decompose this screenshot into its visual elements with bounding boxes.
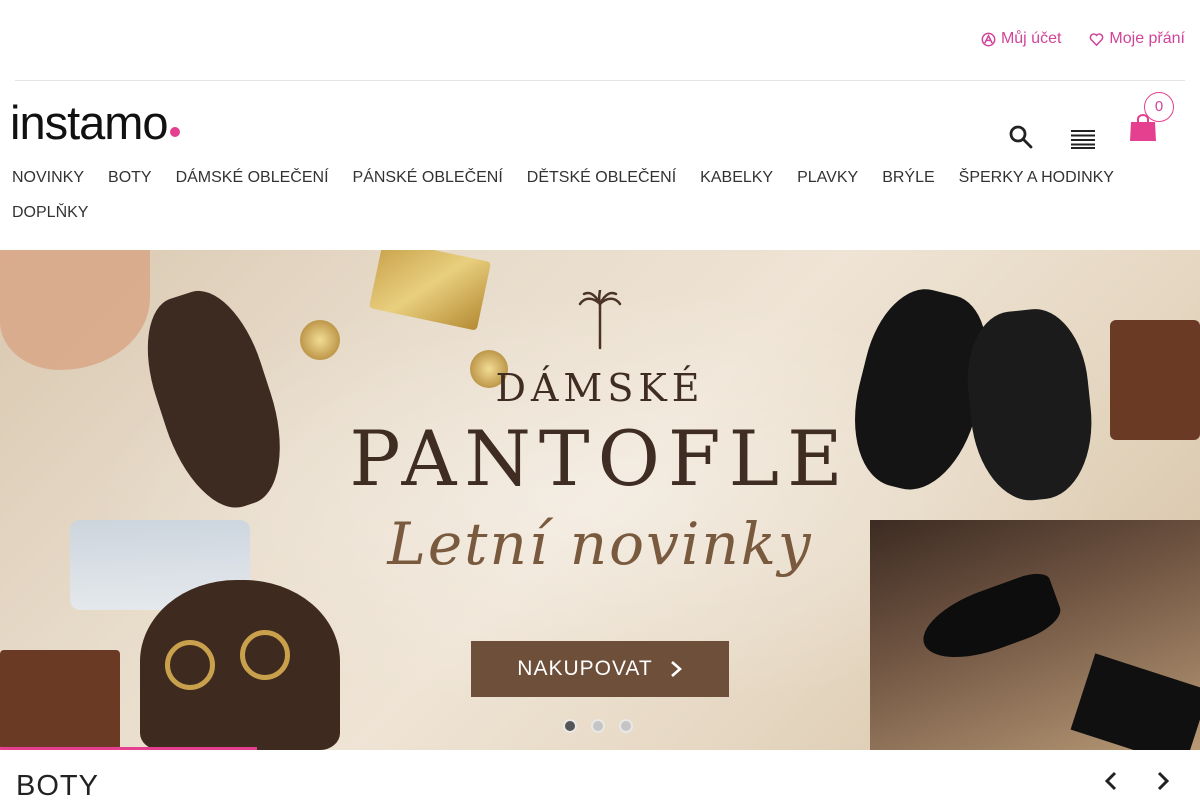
wishlist-link[interactable]: Moje přání: [1089, 30, 1185, 48]
top-utility-bar: Můj účet Moje přání: [15, 0, 1185, 81]
nav-item-doplnky[interactable]: DOPLŇKY: [0, 204, 100, 222]
carousel-dot-2[interactable]: [591, 719, 605, 733]
cart-count-badge: 0: [1144, 92, 1174, 122]
carousel-progress-bar: [0, 747, 257, 750]
menu-icon[interactable]: [1071, 129, 1095, 149]
carousel-dot-3[interactable]: [619, 719, 633, 733]
section-title: BOTY: [16, 770, 99, 800]
nav-row-2: DOPLŇKY: [0, 195, 1200, 230]
hero-title: PANTOFLE: [349, 414, 851, 503]
carousel-dots: [563, 719, 633, 733]
chevron-right-icon: [670, 661, 682, 677]
hero-brown-bag-left: [0, 650, 120, 750]
hero-brown-bag-right: [1110, 320, 1200, 440]
nav-item-plavky[interactable]: PLAVKY: [785, 169, 870, 187]
account-link[interactable]: Můj účet: [981, 30, 1061, 48]
account-icon: [981, 32, 996, 46]
nav-item-bryle[interactable]: BRÝLE: [870, 169, 946, 187]
nav-item-novinky[interactable]: NOVINKY: [0, 169, 96, 187]
hero-script-text: Letní novinky: [387, 510, 813, 578]
account-label: Můj účet: [1000, 30, 1062, 47]
nav-item-sperky-a-hodinky[interactable]: ŠPERKY A HODINKY: [947, 169, 1126, 187]
logo-text: instamo: [10, 96, 169, 149]
hero-subtitle: DÁMSKÉ: [495, 366, 705, 410]
search-icon[interactable]: [1008, 124, 1034, 150]
hero-gold-buckle-1: [165, 640, 215, 690]
nav-row-1: NOVINKY BOTY DÁMSKÉ OBLEČENÍ PÁNSKÉ OBLE…: [0, 160, 1200, 195]
palm-icon: [578, 290, 622, 350]
nav-item-boty[interactable]: BOTY: [96, 169, 164, 187]
nav-item-panske-obleceni[interactable]: PÁNSKÉ OBLEČENÍ: [341, 169, 515, 187]
shop-now-button[interactable]: NAKUPOVAT: [471, 641, 729, 697]
hero-gold-buckle-2: [240, 630, 290, 680]
shop-now-label: NAKUPOVAT: [517, 657, 653, 680]
utility-links: Můj účet Moje přání: [981, 30, 1185, 48]
chevron-right-icon[interactable]: [1152, 770, 1174, 792]
site-logo[interactable]: instamo: [10, 98, 180, 148]
chevron-left-icon[interactable]: [1100, 770, 1122, 792]
nav-item-kabelky[interactable]: KABELKY: [688, 169, 785, 187]
logo-dot: [169, 127, 180, 137]
cart-button[interactable]: 0: [1126, 92, 1176, 150]
nav-item-detske-obleceni[interactable]: DĚTSKÉ OBLEČENÍ: [515, 169, 688, 187]
hero-text-block: DÁMSKÉ PANTOFLE Letní novinky: [300, 290, 900, 578]
main-nav: NOVINKY BOTY DÁMSKÉ OBLEČENÍ PÁNSKÉ OBLE…: [0, 160, 1200, 230]
heart-icon: [1090, 32, 1104, 46]
carousel-dot-1[interactable]: [563, 719, 577, 733]
nav-item-damske-obleceni[interactable]: DÁMSKÉ OBLEČENÍ: [164, 169, 341, 187]
hero-banner[interactable]: DÁMSKÉ PANTOFLE Letní novinky NAKUPOVAT: [0, 250, 1200, 750]
wishlist-label: Moje přání: [1109, 30, 1185, 47]
